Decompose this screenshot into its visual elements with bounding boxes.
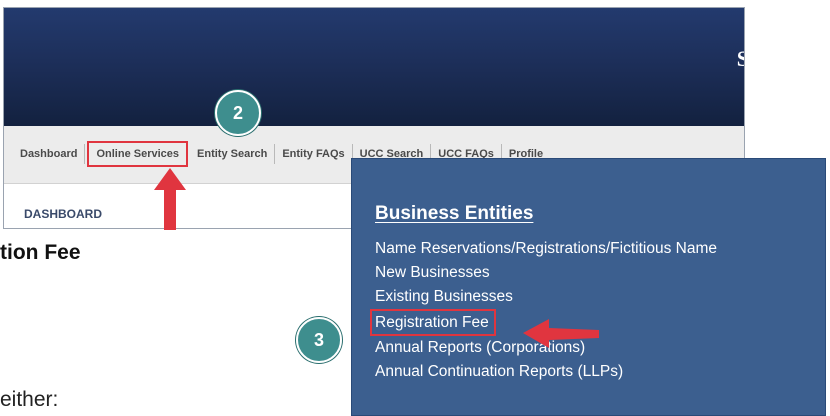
menu-item-annual-continuation-reports[interactable]: Annual Continuation Reports (LLPs) — [375, 360, 717, 384]
nav-dashboard[interactable]: Dashboard — [20, 144, 86, 164]
section-label: DASHBOARD — [24, 207, 102, 221]
nav-online-services[interactable]: Online Services — [87, 141, 189, 167]
menu-item-name-reservations[interactable]: Name Reservations/Registrations/Fictitio… — [375, 237, 717, 261]
nav-entity-search[interactable]: Entity Search — [190, 144, 276, 164]
banner-title: S — [737, 46, 744, 72]
step-3-badge: 3 — [296, 317, 342, 363]
step-2-badge: 2 — [215, 90, 261, 136]
menu-heading[interactable]: Business Entities — [375, 203, 533, 225]
site-banner: S — [4, 8, 744, 126]
up-arrow-icon — [154, 168, 186, 230]
document-text: either: — [0, 388, 59, 411]
menu-item-existing-businesses[interactable]: Existing Businesses — [375, 285, 717, 309]
online-services-menu: Business Entities Name Reservations/Regi… — [351, 158, 826, 416]
left-arrow-icon — [523, 319, 599, 348]
nav-entity-faqs[interactable]: Entity FAQs — [275, 144, 353, 164]
menu-item-registration-fee[interactable]: Registration Fee — [370, 309, 496, 336]
document-heading: tion Fee — [0, 241, 81, 264]
menu-item-new-businesses[interactable]: New Businesses — [375, 261, 717, 285]
